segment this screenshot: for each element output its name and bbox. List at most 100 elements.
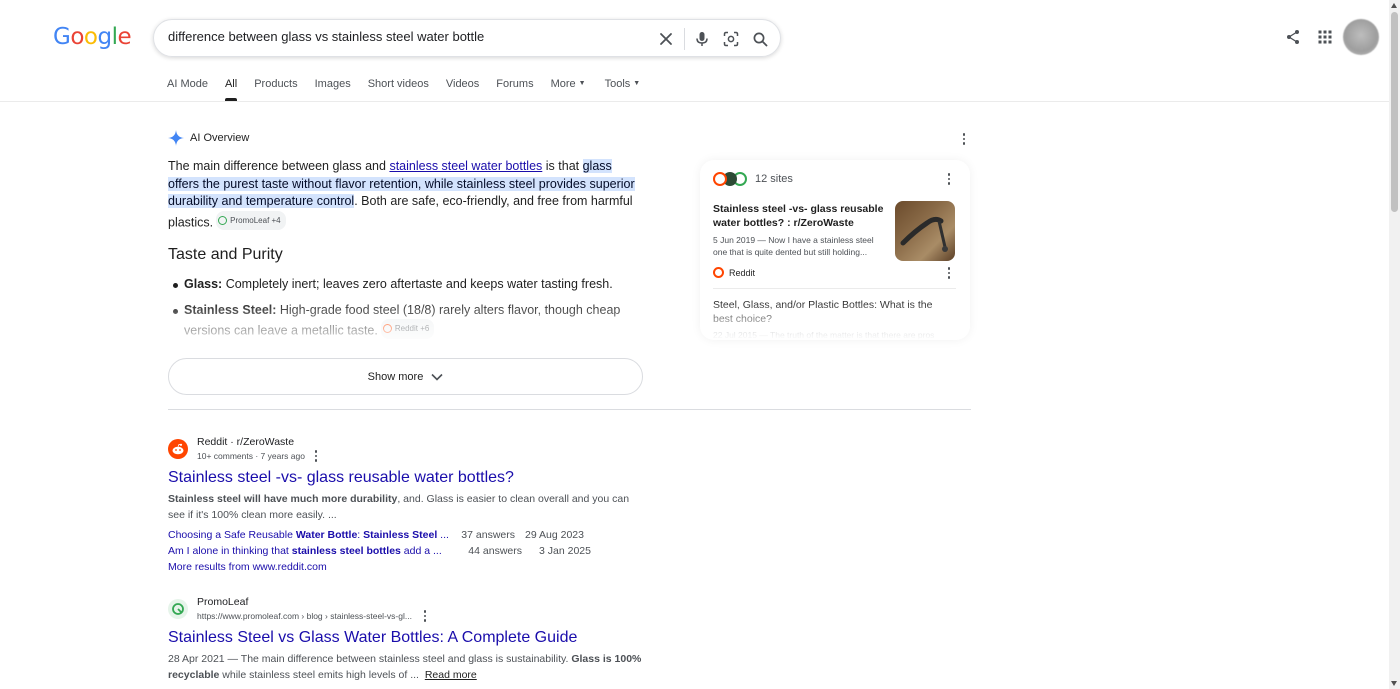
result-url: https://www.promoleaf.com › blog › stain… <box>197 611 412 621</box>
sublink[interactable]: Am I alone in thinking that stainless st… <box>168 543 452 559</box>
sources-panel: 12 sites Stainless steel -vs- glass reus… <box>700 160 970 340</box>
source-card-source: Reddit <box>713 267 755 278</box>
avatar[interactable] <box>1343 19 1379 55</box>
scrollbar[interactable] <box>1389 0 1400 689</box>
snippet-text: 28 Apr 2021 — The main difference betwee… <box>168 653 572 665</box>
tab-products[interactable]: Products <box>254 78 297 101</box>
tab-label: Short videos <box>367 78 429 90</box>
search-divider <box>684 28 685 50</box>
tab-short-videos[interactable]: Short videos <box>368 78 429 101</box>
tab-label: Images <box>314 78 351 90</box>
search-result: Reddit · r/ZeroWaste 10+ comments · 7 ye… <box>168 436 648 575</box>
show-more-button[interactable]: Show more <box>168 358 643 395</box>
tab-forums[interactable]: Forums <box>496 78 533 101</box>
header: Google AI Mode All Products Images S <box>0 0 1400 102</box>
bullet-term: Stainless Steel: <box>184 302 277 317</box>
scrollbar-thumb[interactable] <box>1391 12 1398 212</box>
read-more-link[interactable]: Read more <box>425 669 477 681</box>
ai-overview-header: AI Overview <box>168 130 249 146</box>
more-results-link[interactable]: More results from www.reddit.com <box>168 559 648 575</box>
promoleaf-icon <box>218 215 228 225</box>
section-separator <box>168 409 971 410</box>
source-card-title[interactable]: Steel, Glass, and/or Plastic Bottles: Wh… <box>713 298 953 326</box>
sublink[interactable]: Choosing a Safe Reusable Water Bottle: S… <box>168 527 452 543</box>
result-snippet: Stainless steel will have much more dura… <box>168 491 648 523</box>
source-card-snippet: 22 Jul 2015 — The truth of the matter is… <box>713 330 935 340</box>
tab-label: Tools <box>604 78 631 90</box>
clear-icon[interactable] <box>656 29 676 49</box>
sublink-text: add a ... <box>400 545 442 557</box>
source-card-thumbnail[interactable] <box>895 201 955 261</box>
sublink-text: ... <box>437 529 449 541</box>
sublink-bold: Stainless Steel <box>363 529 438 541</box>
chevron-down-icon <box>431 373 443 381</box>
sites-count: 12 sites <box>755 173 793 185</box>
tab-label: Videos <box>445 78 480 90</box>
citation-chip[interactable]: PromoLeaf +4 <box>216 210 286 230</box>
result-menu-icon[interactable] <box>311 450 321 462</box>
citation-chip-label: Reddit +6 <box>394 324 430 333</box>
summary-link[interactable]: stainless steel water bottles <box>389 159 542 173</box>
sparkle-icon <box>168 130 184 146</box>
reddit-icon <box>382 324 392 334</box>
snippet-bold: Stainless steel will have much more dura… <box>168 493 398 505</box>
source-name: Reddit <box>729 267 756 278</box>
search-result: PromoLeaf https://www.promoleaf.com › bl… <box>168 596 648 683</box>
sublink-bold: stainless steel bottles <box>291 545 401 557</box>
card-divider <box>713 288 956 289</box>
sublink-answers: 37 answers <box>461 529 515 541</box>
tab-all[interactable]: All <box>224 78 238 101</box>
tab-videos[interactable]: Videos <box>446 78 479 101</box>
result-title-link[interactable]: Stainless Steel vs Glass Water Bottles: … <box>168 629 648 647</box>
bullet-text: Completely inert; leaves zero aftertaste… <box>222 277 613 291</box>
tab-label: Forums <box>496 78 534 90</box>
reddit-icon <box>168 439 188 459</box>
tab-ai-mode[interactable]: AI Mode <box>167 78 208 101</box>
lens-icon[interactable] <box>721 29 741 49</box>
sublink-date: 29 Aug 2023 <box>525 529 584 541</box>
sublink-row: Choosing a Safe Reusable Water Bottle: S… <box>168 527 648 543</box>
sites-count-row[interactable]: 12 sites <box>713 172 793 186</box>
sublink-answers: 44 answers <box>468 545 522 557</box>
tab-images[interactable]: Images <box>315 78 351 101</box>
scroll-down-arrow-icon[interactable] <box>1391 681 1397 686</box>
tab-label: All <box>224 78 238 90</box>
source-card-menu-icon[interactable] <box>942 266 956 280</box>
ai-overview-menu-icon[interactable] <box>957 132 971 146</box>
reddit-icon <box>713 267 724 278</box>
result-menu-icon[interactable] <box>420 610 430 622</box>
google-logo[interactable]: Google <box>53 24 132 50</box>
result-source[interactable]: Reddit · r/ZeroWaste 10+ comments · 7 ye… <box>168 436 648 462</box>
result-meta: 10+ comments · 7 years ago <box>197 450 321 462</box>
search-box <box>153 19 781 57</box>
show-more-label: Show more <box>367 370 424 383</box>
tab-more[interactable]: More ▼ <box>551 78 586 101</box>
apps-grid-icon[interactable] <box>1315 27 1335 47</box>
citation-chip[interactable]: Reddit +6 <box>380 319 435 339</box>
result-title-link[interactable]: Stainless steel -vs- glass reusable wate… <box>168 469 648 487</box>
logo-letter: g <box>97 24 112 50</box>
source-card-title[interactable]: Stainless steel -vs- glass reusable wate… <box>713 202 885 230</box>
share-icon[interactable] <box>1283 27 1303 47</box>
bullet-list: Glass: Completely inert; leaves zero aft… <box>173 276 644 348</box>
sublink-text: Am I alone in thinking that <box>168 545 292 557</box>
search-icon[interactable] <box>750 29 770 49</box>
section-heading: Taste and Purity <box>168 246 283 263</box>
result-site-name: Reddit · r/ZeroWaste <box>197 436 295 448</box>
logo-letter: o <box>70 24 84 50</box>
scroll-up-arrow-icon[interactable] <box>1391 3 1397 8</box>
sources-menu-icon[interactable] <box>942 172 956 186</box>
microphone-icon[interactable] <box>692 29 712 49</box>
search-input[interactable] <box>168 29 638 44</box>
source-card-snippet: 5 Jun 2019 — Now I have a stainless stee… <box>713 235 874 257</box>
tab-tools[interactable]: Tools ▼ <box>605 78 641 101</box>
summary-text: is that <box>542 159 583 173</box>
tab-label: Products <box>254 78 298 90</box>
tab-label: More <box>550 78 576 90</box>
tab-label: AI Mode <box>167 78 208 90</box>
logo-letter: o <box>83 24 98 50</box>
result-meta-text: 10+ comments · 7 years ago <box>197 451 305 461</box>
result-source[interactable]: PromoLeaf https://www.promoleaf.com › bl… <box>168 596 648 622</box>
result-snippet: 28 Apr 2021 — The main difference betwee… <box>168 651 648 683</box>
sublinks: Choosing a Safe Reusable Water Bottle: S… <box>168 527 648 575</box>
